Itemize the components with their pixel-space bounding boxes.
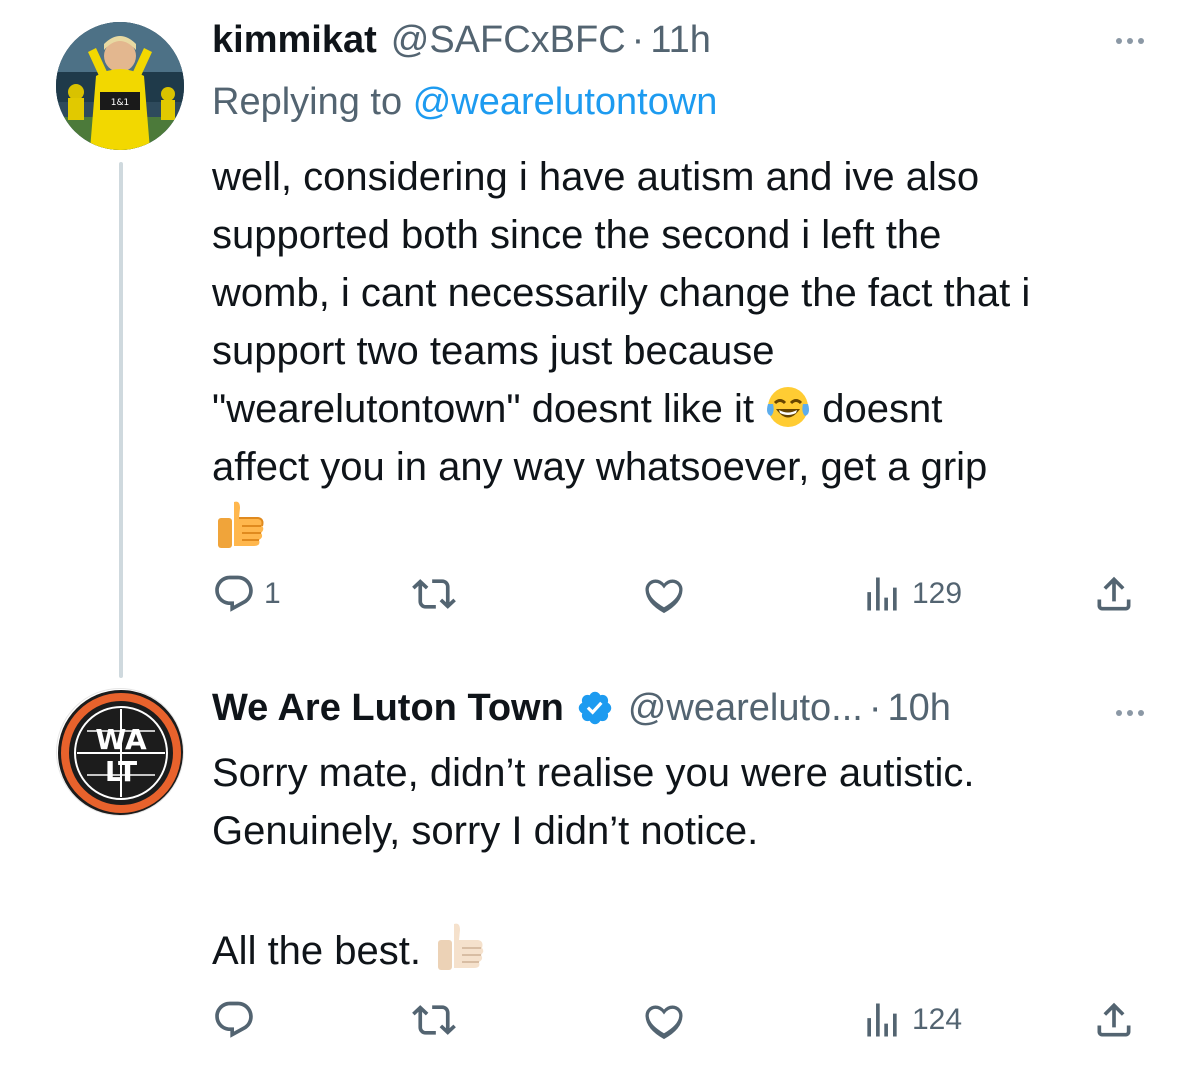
reply-button[interactable]: 1 bbox=[212, 572, 281, 616]
tweet-text: Sorry mate, didn’t realise you were auti… bbox=[212, 744, 1162, 980]
share-icon bbox=[1097, 1002, 1131, 1037]
verified-icon bbox=[578, 691, 612, 725]
reply-icon bbox=[215, 1001, 253, 1038]
separator: · bbox=[868, 687, 882, 729]
share-button[interactable] bbox=[1092, 998, 1136, 1042]
text-line: All the best. bbox=[212, 918, 1162, 980]
avatar-text-bottom: LT bbox=[105, 755, 137, 788]
text-line: support two teams just because bbox=[212, 329, 775, 373]
tweet-header: kimmikat @SAFCxBFC · 11h bbox=[212, 18, 711, 62]
action-bar: 1 129 bbox=[212, 572, 1152, 622]
retweet-button[interactable] bbox=[412, 572, 456, 616]
retweet-icon bbox=[412, 579, 456, 609]
like-button[interactable] bbox=[642, 998, 686, 1042]
text-line bbox=[212, 496, 1162, 562]
views-button[interactable]: 129 bbox=[860, 572, 962, 616]
text-line: supported both since the second i left t… bbox=[212, 213, 942, 257]
avatar-we-are-luton-town[interactable]: WA LT bbox=[56, 688, 184, 816]
user-handle[interactable]: @weareluto... bbox=[628, 686, 863, 730]
separator: · bbox=[631, 19, 645, 61]
user-handle[interactable]: @SAFCxBFC bbox=[391, 18, 626, 62]
text-segment: All the best. bbox=[212, 929, 422, 973]
views-icon bbox=[867, 577, 897, 611]
text-line: Sorry mate, didn’t realise you were auti… bbox=[212, 751, 975, 795]
share-icon bbox=[1097, 576, 1131, 611]
replying-mention[interactable]: @wearelutontown bbox=[413, 81, 718, 123]
avatar-text-top: WA bbox=[95, 723, 147, 756]
more-icon[interactable] bbox=[1116, 38, 1144, 44]
view-count: 124 bbox=[912, 1003, 963, 1036]
retweet-button[interactable] bbox=[412, 998, 456, 1042]
text-segment: doesnt bbox=[822, 387, 943, 431]
share-button[interactable] bbox=[1092, 572, 1136, 616]
display-name[interactable]: kimmikat bbox=[212, 18, 377, 62]
like-icon bbox=[645, 1005, 683, 1040]
svg-text:1&1: 1&1 bbox=[111, 98, 129, 108]
text-segment: "wearelutontown" doesnt like it bbox=[212, 387, 755, 431]
retweet-icon bbox=[412, 1005, 456, 1035]
views-button[interactable]: 124 bbox=[860, 998, 962, 1042]
text-line: Genuinely, sorry I didn’t notice. bbox=[212, 809, 759, 853]
text-line: "wearelutontown" doesnt like it doesnt bbox=[212, 380, 1162, 438]
view-count: 129 bbox=[912, 577, 963, 610]
reply-count: 1 bbox=[264, 577, 281, 610]
tweet-kimmikat[interactable]: 1&1 kimmikat @SAFCxBFC · 11h Replying to… bbox=[0, 0, 1200, 678]
thumbs-up-icon bbox=[218, 501, 264, 548]
tweet-we-are-luton-town[interactable]: WA LT We Are Luton Town @weareluto... · … bbox=[0, 660, 1200, 1072]
timestamp[interactable]: 10h bbox=[888, 686, 951, 730]
face-with-tears-of-joy-icon bbox=[767, 387, 810, 427]
like-icon bbox=[645, 579, 683, 614]
like-button[interactable] bbox=[642, 572, 686, 616]
replying-prefix: Replying to bbox=[212, 81, 403, 123]
thumbs-up-light-skin-icon bbox=[438, 923, 484, 970]
avatar-kimmikat[interactable]: 1&1 bbox=[56, 22, 184, 150]
tweet-header: We Are Luton Town @weareluto... · 10h bbox=[212, 686, 951, 730]
text-line: affect you in any way whatsoever, get a … bbox=[212, 445, 988, 489]
reply-icon bbox=[215, 575, 253, 612]
replying-to: Replying to @wearelutontown bbox=[212, 80, 717, 124]
action-bar: 124 bbox=[212, 998, 1152, 1048]
reply-button[interactable] bbox=[212, 998, 256, 1042]
more-icon[interactable] bbox=[1116, 710, 1144, 716]
timestamp[interactable]: 11h bbox=[650, 18, 711, 62]
thread-line bbox=[119, 162, 123, 678]
text-line: womb, i cant necessarily change the fact… bbox=[212, 271, 1031, 315]
views-icon bbox=[867, 1003, 897, 1037]
display-name[interactable]: We Are Luton Town bbox=[212, 686, 564, 730]
text-line: well, considering i have autism and ive … bbox=[212, 155, 980, 199]
text-line bbox=[212, 860, 1162, 918]
tweet-text: well, considering i have autism and ive … bbox=[212, 148, 1162, 562]
